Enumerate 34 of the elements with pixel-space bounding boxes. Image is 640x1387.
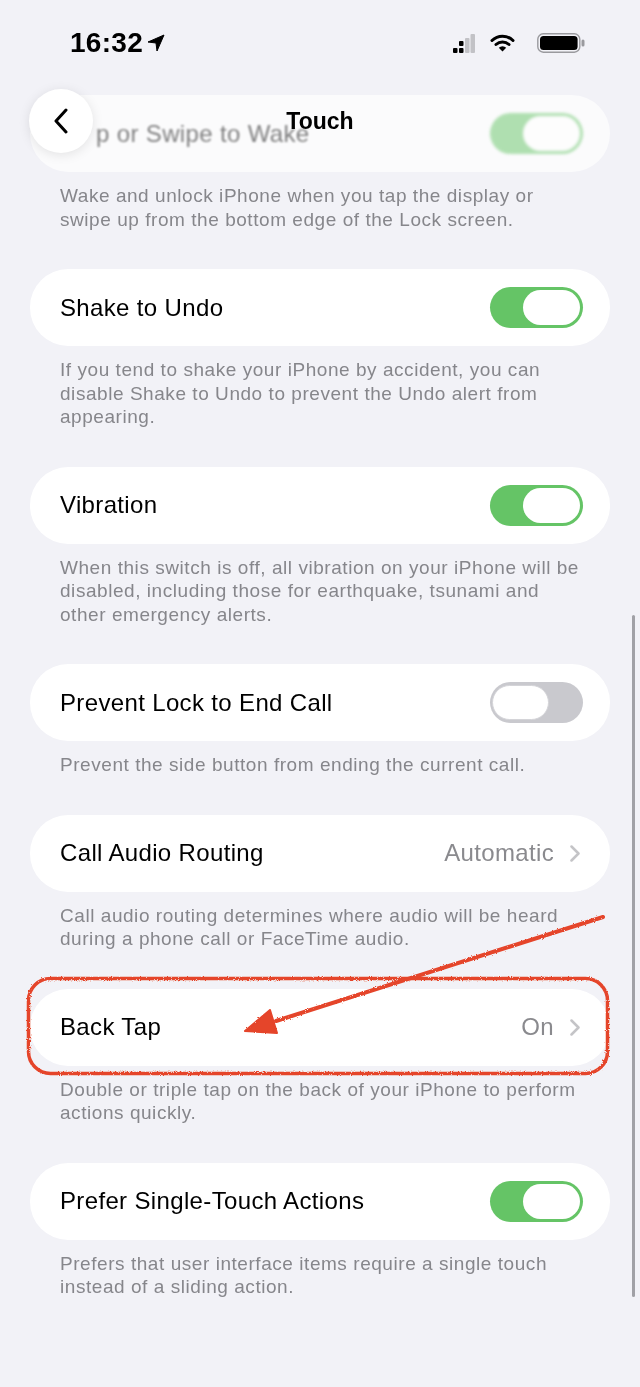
setting-row[interactable]: Shake to Undo (30, 269, 610, 346)
signal-icon (453, 33, 475, 53)
status-time: 16:32 (70, 27, 144, 59)
setting-description: If you tend to shake your iPhone by accident, you can disable Shake to Undo to prevent the Undo alert from appearing. (60, 358, 542, 429)
setting-label: Vibration (60, 491, 158, 519)
battery-icon (537, 33, 585, 53)
chevron-left-icon (54, 108, 68, 134)
toggle-switch[interactable] (490, 287, 583, 328)
toggle-switch[interactable] (490, 1180, 583, 1222)
setting-description: Prevent the side button from ending the current call. (60, 753, 527, 777)
setting-label: Call Audio Routing (60, 839, 264, 867)
setting-row[interactable]: Prevent Lock to End Call (30, 664, 610, 741)
setting-description: Prefers that user interface items require a single touch instead of a sliding action. (60, 1251, 549, 1299)
setting-row[interactable]: Prefer Single-Touch Actions (30, 1162, 610, 1240)
setting-description: Call audio routing determines where audio will be heard during a phone call or FaceTime audio. (60, 903, 560, 951)
setting-label: Shake to Undo (60, 293, 224, 322)
setting-row[interactable]: Vibration (30, 466, 610, 544)
setting-label: Prefer Single-Touch Actions (60, 1187, 365, 1215)
setting-value: On (521, 1013, 554, 1041)
setting-value: Automatic (444, 839, 554, 867)
setting-label: Prevent Lock to End Call (60, 688, 333, 717)
toggle-switch[interactable] (490, 682, 583, 723)
setting-description: Wake and unlock iPhone when you tap the display or swipe up from the bottom edge of the Lock screen. (60, 184, 535, 231)
location-arrow-icon (147, 34, 166, 52)
setting-row[interactable]: Call Audio Routing Automatic (30, 814, 610, 892)
toggle-switch[interactable] (490, 484, 583, 526)
setting-row[interactable]: Back Tap On (30, 988, 610, 1066)
toggle-switch[interactable] (490, 113, 583, 154)
setting-label: Back Tap (60, 1013, 162, 1041)
wifi-icon (490, 34, 515, 52)
chevron-right-icon (570, 844, 580, 862)
chevron-right-icon (570, 1018, 580, 1036)
setting-description: Double or triple tap on the back of your iPhone to perform actions quickly. (60, 1077, 577, 1125)
setting-description: When this switch is off, all vibration on your iPhone will be disabled, including those for earthquake, tsunami and other emergency alerts. (60, 555, 580, 626)
